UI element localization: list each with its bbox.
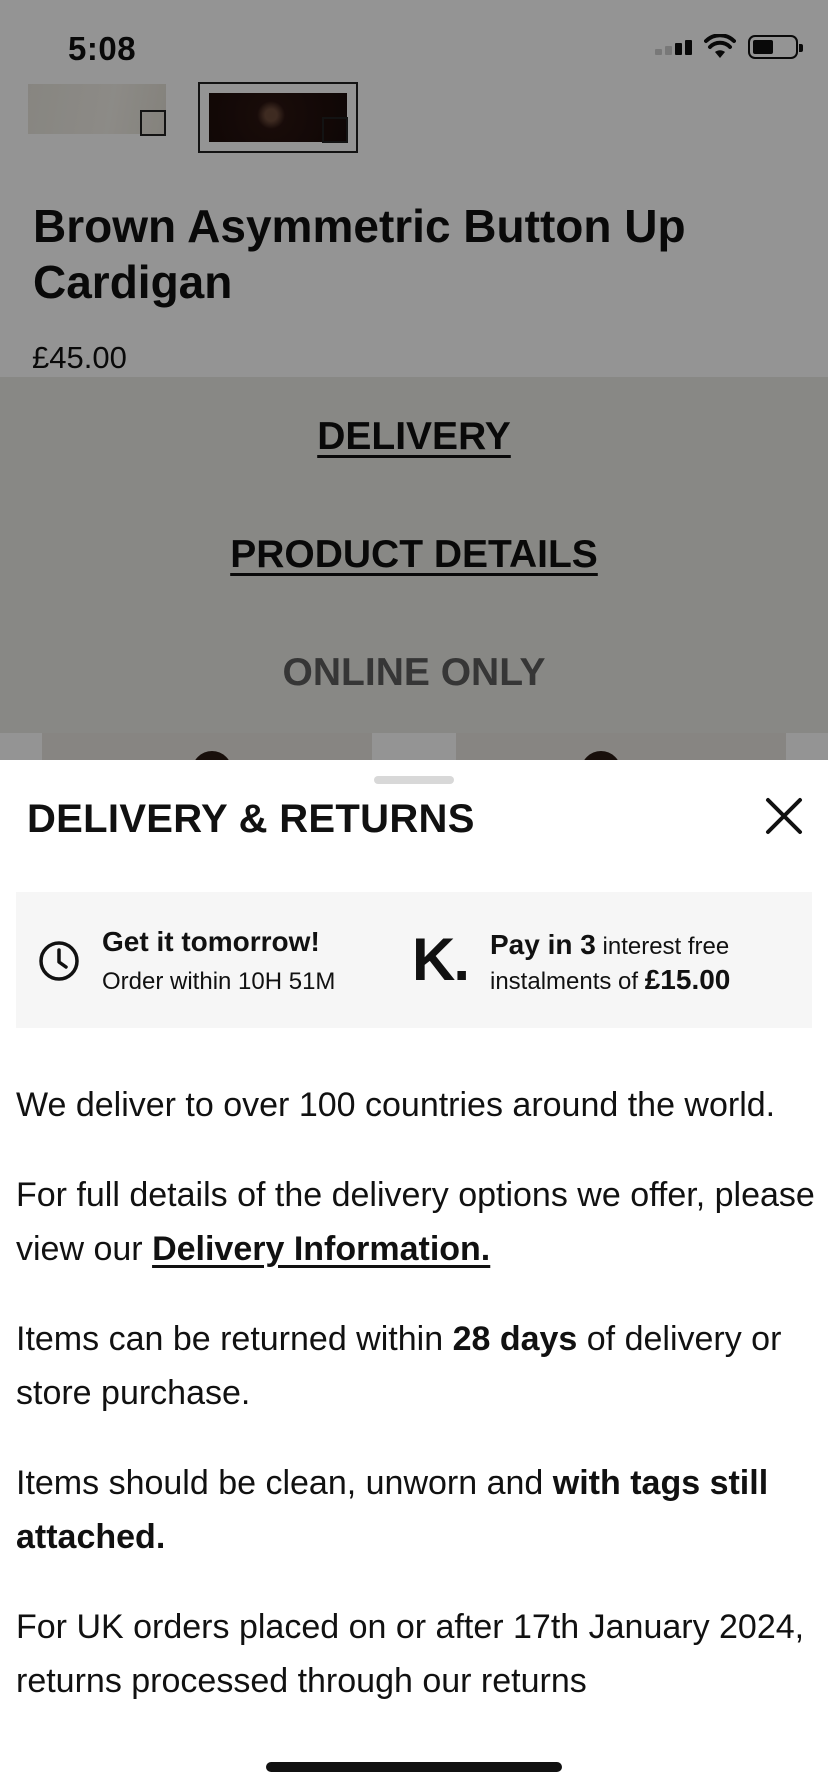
paragraph-delivery-info: For full details of the delivery options… xyxy=(16,1176,815,1268)
sheet-drag-handle[interactable] xyxy=(374,776,454,784)
klarna-amount: £15.00 xyxy=(644,964,731,995)
sheet-title: DELIVERY & RETURNS xyxy=(27,797,475,841)
delivery-returns-sheet: DELIVERY & RETURNS Get it tomorrow! Orde… xyxy=(0,760,828,1792)
delivery-promo: Get it tomorrow! Order within 10H 51M xyxy=(38,924,335,1000)
clock-icon xyxy=(39,941,79,981)
klarna-interest-text: interest free xyxy=(595,933,730,960)
delivery-information-link[interactable]: Delivery Information. xyxy=(152,1230,490,1268)
close-icon[interactable] xyxy=(760,792,808,840)
klarna-logo-icon: K. xyxy=(412,926,470,993)
delivery-returns-body: We deliver to over 100 countries around … xyxy=(16,1078,816,1744)
home-indicator[interactable] xyxy=(266,1762,562,1772)
delivery-promo-countdown: Order within 10H 51M xyxy=(102,968,336,995)
klarna-pay-in: Pay in 3 xyxy=(490,929,596,960)
klarna-instalments-text: instalments of xyxy=(490,968,645,995)
modal-backdrop[interactable] xyxy=(0,0,828,760)
paragraph-return-condition: Items should be clean, unworn and with t… xyxy=(16,1464,769,1556)
delivery-info-strip: Get it tomorrow! Order within 10H 51M K.… xyxy=(16,892,812,1028)
klarna-promo: K. Pay in 3 interest free instalments of… xyxy=(412,928,730,998)
paragraph-countries: We deliver to over 100 countries around … xyxy=(16,1086,776,1124)
paragraph-uk-returns: For UK orders placed on or after 17th Ja… xyxy=(16,1608,805,1700)
delivery-promo-headline: Get it tomorrow! xyxy=(102,926,320,957)
paragraph-return-window: Items can be returned within 28 days of … xyxy=(16,1320,782,1412)
